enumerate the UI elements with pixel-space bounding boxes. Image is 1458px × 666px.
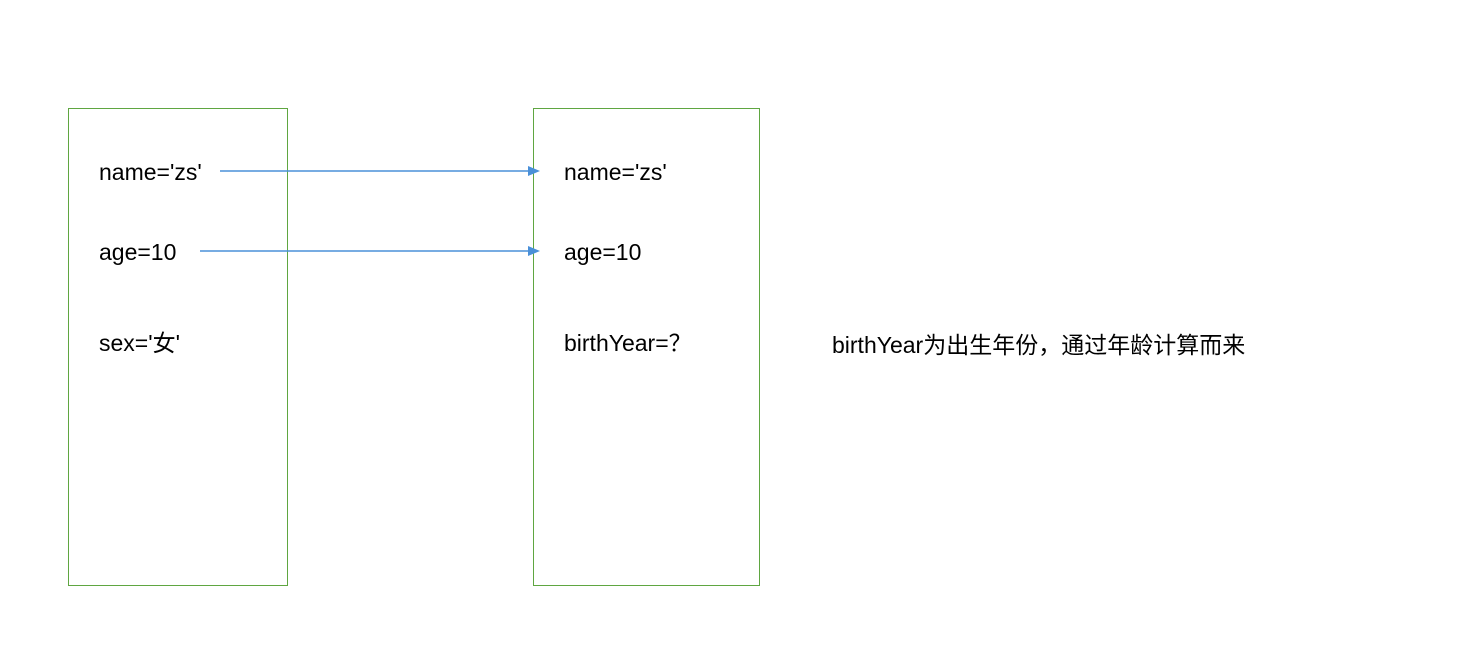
target-property-name: name='zs' (564, 159, 667, 186)
source-property-name: name='zs' (99, 159, 202, 186)
source-property-age: age=10 (99, 239, 176, 266)
source-object-box: name='zs' age=10 sex='女' (68, 108, 288, 586)
annotation-text: birthYear为出生年份，通过年龄计算而来 (832, 328, 1245, 363)
target-property-age: age=10 (564, 239, 641, 266)
source-property-sex: sex='女' (99, 324, 180, 358)
target-object-box: name='zs' age=10 birthYear=？ (533, 108, 760, 586)
target-property-birthyear: birthYear=？ (564, 324, 692, 358)
